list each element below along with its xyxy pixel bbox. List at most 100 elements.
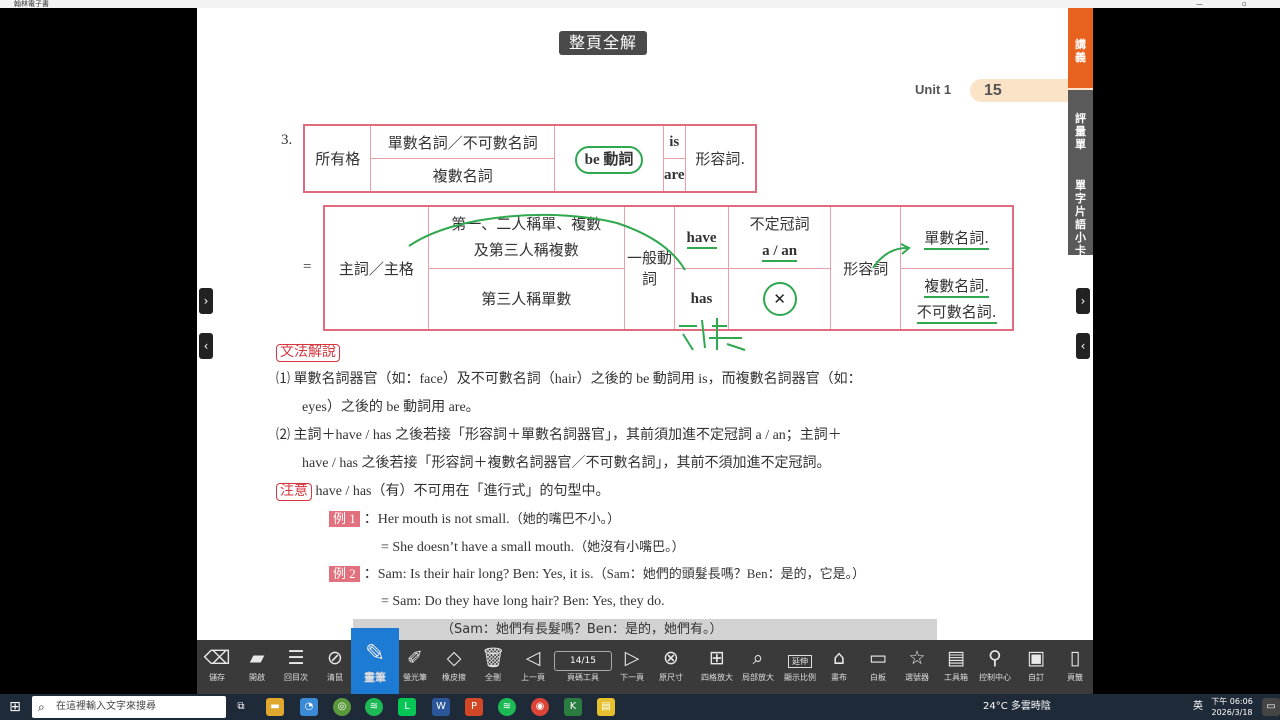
handwritten-note — [679, 318, 746, 351]
explanation-para-2: ⑵ 主詞＋have / has 之後若接「形容詞＋單數名詞器官」，其前須加進不定… — [276, 422, 1026, 478]
toc-button[interactable]: ☰ 回目次 — [276, 640, 316, 694]
app-icon-3[interactable]: K — [564, 698, 582, 716]
prev-page-arrow-left-side[interactable]: ‹ — [199, 333, 213, 359]
app-icon-2[interactable]: ◎ — [333, 698, 351, 716]
clock[interactable]: 下午 06:06 2026/3/18 — [1210, 696, 1254, 718]
next-page-label: 下一頁 — [620, 673, 644, 682]
windows-start-icon[interactable]: ⊞ — [6, 698, 24, 716]
example-1b-zh: （她沒有小嘴巴。） — [574, 539, 685, 554]
eraser-icon: ◇ — [446, 647, 462, 669]
clock-date: 2026/3/18 — [1211, 708, 1253, 717]
canvas-icon: ⌂ — [832, 647, 846, 669]
window-title: 翰林電子書 — [14, 0, 49, 8]
trash-icon: 🗑 — [480, 647, 506, 669]
toolbox-button[interactable]: ▤ 工具箱 — [936, 640, 976, 694]
powerpoint-icon[interactable]: P — [465, 698, 483, 716]
example-1-zh: （她的嘴巴不小。） — [509, 511, 621, 526]
example-2b: = Sam: Do they have long hair? Ben: Yes,… — [381, 588, 665, 616]
prev-icon: ◁ — [525, 647, 541, 669]
explanation-para-1: ⑴ 單數名詞器官（如：face）及不可數名詞（hair）之後的 be 動詞用 i… — [276, 366, 1026, 422]
task-view-icon[interactable]: ⧉ — [232, 698, 250, 716]
spotify-icon[interactable]: ≋ — [365, 698, 383, 716]
example-1b-en: = She doesn’t have a small mouth. — [381, 540, 575, 555]
ratio-badge: 延伸 — [788, 655, 812, 668]
original-size-button[interactable]: ⊗ 原尺寸 — [651, 640, 691, 694]
save-label: 儲存 — [209, 673, 225, 682]
control-center-button[interactable]: ⚲ 控制中心 — [975, 640, 1015, 694]
custom-label: 自訂 — [1028, 673, 1044, 682]
custom-button[interactable]: ▣ 自訂 — [1016, 640, 1056, 694]
whiteboard-button[interactable]: ▭ 白板 — [858, 640, 898, 694]
next-page-button[interactable]: ▷ 下一頁 — [612, 640, 652, 694]
search-placeholder: 在這裡輸入文字來搜尋 — [56, 701, 156, 712]
next-page-arrow-right-side[interactable]: › — [1076, 288, 1090, 314]
line-icon[interactable]: L — [398, 698, 416, 716]
para-2-line-2: have / has 之後若接「形容詞＋複數名詞器官／不可數名詞」，其前不須加進… — [302, 456, 831, 471]
highlighter-icon: ✐ — [407, 647, 423, 669]
example-1-tag: 例 1 — [329, 511, 360, 527]
clear-mouse-button[interactable]: ⊘ 清鼠 — [315, 640, 355, 694]
zoom-reset-icon: ⊗ — [663, 647, 679, 669]
example-1-en: ：Her mouth is not small. — [363, 512, 510, 527]
page-tool-label: 頁碼工具 — [567, 673, 599, 682]
display-ratio-button[interactable]: 延伸 顯示比例 — [780, 640, 820, 694]
taskbar-search-input[interactable]: ⌕ 在這裡輸入文字來搜尋 — [32, 696, 226, 718]
minimize-icon[interactable]: — — [1196, 0, 1203, 8]
delete-all-button[interactable]: 🗑 全刪 — [473, 640, 513, 694]
next-page-arrow-left-side[interactable]: › — [199, 288, 213, 314]
example-2-tag: 例 2 — [329, 566, 360, 582]
prev-page-button[interactable]: ◁ 上一頁 — [513, 640, 553, 694]
para-1-line-1: 單數名詞器官（如：face）及不可數名詞（hair）之後的 be 動詞用 is，… — [293, 372, 862, 387]
zoom-area-icon: ⌕ — [752, 647, 764, 669]
highlighter-button[interactable]: ✐ 螢光筆 — [395, 640, 435, 694]
notification-icon[interactable]: ▭ — [1262, 698, 1280, 716]
note-tag: 注意 — [276, 483, 312, 501]
original-size-label: 原尺寸 — [659, 673, 683, 682]
partial-zoom-button[interactable]: ⌕ 局部放大 — [738, 640, 778, 694]
canvas-label: 畫布 — [831, 673, 847, 682]
next-icon: ▷ — [624, 647, 640, 669]
chrome-icon[interactable]: ◉ — [531, 698, 549, 716]
number-picker-button[interactable]: ☆ 選號器 — [897, 640, 937, 694]
open-button[interactable]: ▰ 開啟 — [237, 640, 277, 694]
save-button[interactable]: ⌫ 儲存 — [197, 640, 237, 694]
eraser-button[interactable]: ◇ 橡皮擦 — [434, 640, 474, 694]
example-2-en: ：Sam: Is their hair long? Ben: Yes, it i… — [363, 567, 594, 582]
annotation-arrow — [872, 247, 908, 269]
bottom-toolbar: ⌫ 儲存 ▰ 開啟 ☰ 回目次 ⊘ 清鼠 ✎ 畫筆 ✐ 螢光筆 ◇ 橡皮擦 🗑 全刪 ◁ 上一頁 … — [197, 628, 1095, 694]
file-explorer-icon[interactable]: ▬ — [266, 698, 284, 716]
example-2-zh: （Sam：她們的頭髮長嗎？Ben：是的，它是。） — [593, 566, 866, 581]
pen-icon: ✎ — [364, 639, 386, 667]
input-language[interactable]: 英 — [1193, 694, 1203, 720]
weather-widget[interactable]: 24°C 多雲時陰 — [983, 694, 1051, 720]
whiteboard-label: 白板 — [870, 673, 886, 682]
para-1-line-2: eyes）之後的 be 動詞用 are。 — [302, 400, 480, 415]
ebook-app-icon[interactable]: ▤ — [597, 698, 615, 716]
example-1b: = She doesn’t have a small mouth.（她沒有小嘴巴… — [381, 533, 685, 562]
page-indicator[interactable]: 14/15 — [554, 651, 612, 671]
window-title-bar: 翰林電子書 — ▫ — [0, 0, 1280, 8]
folder-icon: ▰ — [249, 647, 265, 669]
open-label: 開啟 — [249, 673, 265, 682]
book-page: 整頁全解 Unit 1 15 講義 評量單 單字片語小卡 3. 所有格 單數名詞… — [197, 8, 1093, 640]
prev-page-arrow-right-side[interactable]: ‹ — [1076, 333, 1090, 359]
delete-all-label: 全刪 — [485, 673, 501, 682]
grid-icon: ⊞ — [709, 647, 725, 669]
bookmark-button[interactable]: ▯ 頁籤 — [1055, 640, 1095, 694]
canvas-button[interactable]: ⌂ 畫布 — [819, 640, 859, 694]
app-icon-1[interactable]: ◔ — [300, 698, 318, 716]
ratio-icon: 延伸 — [780, 640, 820, 672]
clear-icon: ⊘ — [327, 647, 343, 669]
bookmark-icon: ▯ — [1069, 647, 1081, 669]
maximize-icon[interactable]: ▫ — [1242, 0, 1247, 8]
partial-zoom-label: 局部放大 — [742, 673, 774, 682]
explanation-tag: 文法解說 — [276, 339, 340, 367]
pen-button[interactable]: ✎ 畫筆 — [351, 628, 399, 694]
number-picker-label: 選號器 — [905, 673, 929, 682]
spotify-icon-2[interactable]: ≋ — [498, 698, 516, 716]
answer-overlay: （Sam：她們有長髮嗎？Ben：是的，她們有。） — [353, 619, 937, 640]
word-icon[interactable]: W — [432, 698, 450, 716]
prev-page-label: 上一頁 — [521, 673, 545, 682]
four-grid-zoom-button[interactable]: ⊞ 四格放大 — [694, 640, 740, 694]
toolbox-icon: ▤ — [947, 647, 965, 669]
